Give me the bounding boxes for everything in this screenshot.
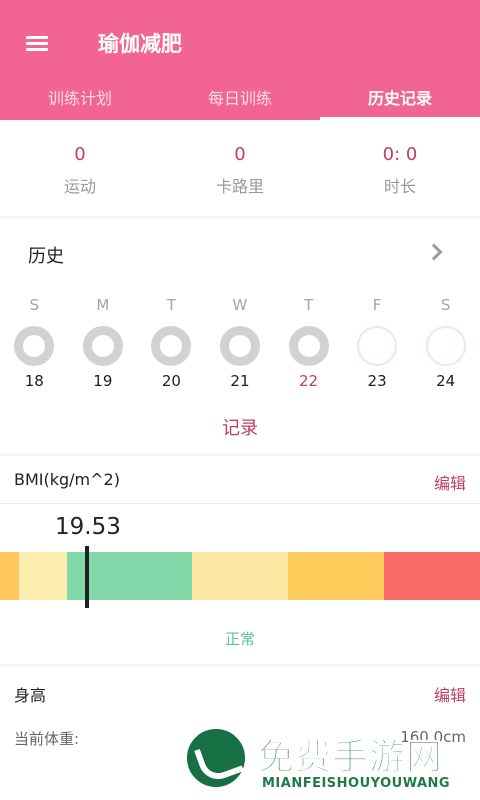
date-row: 18 19 20 21 22 23 24 [0,372,480,390]
tab-training-plan[interactable]: 训练计划 [0,78,160,120]
bmi-segment [19,552,67,600]
watermark: 免费手游网 MIANFEISHOUYOUWANG [180,720,480,800]
height-edit-button[interactable]: 编辑 [434,682,466,706]
date-label: 20 [161,372,181,390]
hamburger-menu-icon[interactable] [20,32,54,54]
day-circle[interactable] [288,326,329,366]
date-label: 18 [24,372,44,390]
bmi-segment [384,552,480,600]
day-circle-row [0,326,480,366]
stat-duration: 0: 0 时长 [320,120,480,216]
stat-label: 卡路里 [215,177,264,196]
weekday-label: T [166,296,176,314]
weekday-label: M [96,296,110,314]
weekday-label: W [232,296,248,314]
date-label: 19 [93,372,113,390]
stat-value: 0 [234,144,246,165]
day-circle[interactable] [357,326,398,366]
current-weight-label: 当前体重: [14,730,80,748]
tab-daily-training[interactable]: 每日训练 [160,78,320,120]
weekday-label: S [29,296,40,314]
weekday-label: F [372,296,382,314]
record-link[interactable]: 记录 [0,414,480,440]
bmi-edit-button[interactable]: 编辑 [434,470,466,494]
day-circle[interactable] [151,326,192,366]
weekday-label: T [303,296,314,314]
bmi-segment [288,552,384,600]
height-title: 身高 [14,686,47,705]
day-circle[interactable] [425,326,466,366]
bmi-marker [85,546,89,608]
date-label-today: 22 [298,372,319,390]
bmi-card: BMI(kg/m^2) 编辑 19.53 正常 [0,456,480,664]
bmi-scale-bar [0,552,480,600]
history-card: 历史 S M T W T F S 18 19 20 21 22 23 24 记录 [0,218,480,454]
bmi-segment [0,552,19,600]
stat-calories: 0 卡路里 [160,120,320,216]
history-title: 历史 [28,246,64,267]
tab-history[interactable]: 历史记录 [320,78,480,120]
stat-label: 时长 [383,177,416,196]
date-label: 23 [367,372,387,390]
day-circle[interactable] [14,326,55,366]
watermark-subtitle: MIANFEISHOUYOUWANG [262,776,451,791]
app-title: 瑜伽减肥 [98,32,182,56]
day-circle[interactable] [219,326,260,366]
bmi-status: 正常 [224,630,255,648]
date-label: 21 [230,372,250,390]
bmi-segment [192,552,288,600]
watermark-logo-icon [184,726,248,790]
weekday-row: S M T W T F S [0,296,480,314]
bmi-header: BMI(kg/m^2) 编辑 [0,456,480,504]
day-circle[interactable] [82,326,123,366]
stat-value: 0 [74,144,86,165]
watermark-title: 免费手游网 [257,737,444,779]
stat-exercise: 0 运动 [0,120,160,216]
stats-panel: 0 运动 0 卡路里 0: 0 时长 [0,120,480,216]
bmi-value: 19.53 [55,514,121,540]
weekday-label: S [440,296,451,314]
stat-label: 运动 [63,177,96,196]
date-label: 24 [436,372,456,390]
app-bar: 瑜伽减肥 训练计划 每日训练 历史记录 [0,0,480,120]
bmi-title: BMI(kg/m^2) [14,470,120,489]
chevron-right-icon[interactable] [425,243,443,261]
stat-value: 0: 0 [382,144,418,165]
tab-bar: 训练计划 每日训练 历史记录 [0,78,480,120]
